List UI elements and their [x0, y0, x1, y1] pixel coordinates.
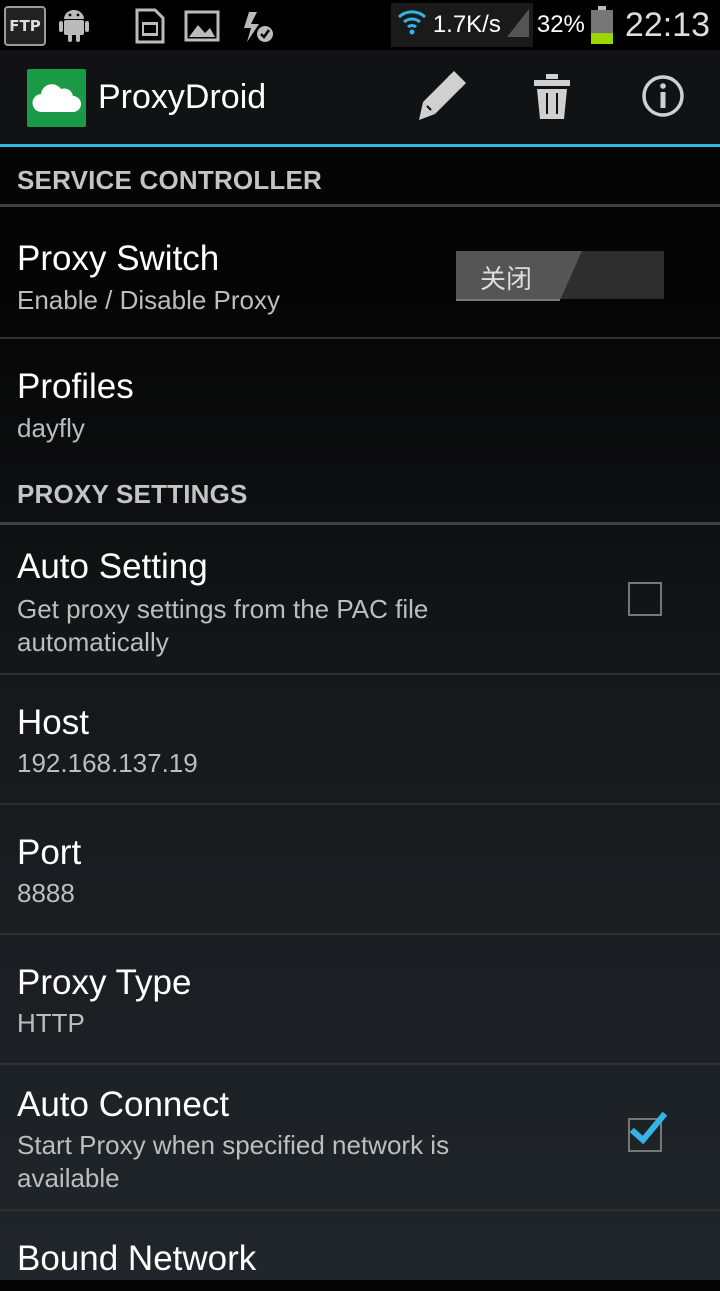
pencil-icon [415, 70, 467, 127]
proxy-type-item[interactable]: Proxy Type HTTP [0, 935, 720, 1065]
switch-state-label: 关闭 [480, 265, 533, 295]
auto-connect-checkbox[interactable] [628, 1112, 668, 1152]
sd-card-icon [132, 8, 168, 44]
wifi-icon [397, 8, 427, 43]
notification-icons: FTP [4, 6, 276, 46]
profiles-item[interactable]: Profiles dayfly [0, 339, 720, 469]
info-icon [641, 74, 685, 123]
battery-icon [590, 6, 613, 44]
section-label: SERVICE CONTROLLER [17, 165, 323, 195]
auto-setting-item[interactable]: Auto Setting Get proxy settings from the… [0, 525, 720, 675]
signal-icon [506, 7, 529, 44]
proxy-switch-item[interactable]: Proxy Switch Enable / Disable Proxy 关闭 [0, 207, 720, 339]
preference-list: SERVICE CONTROLLER Proxy Switch Enable /… [0, 147, 720, 1291]
pref-title: Proxy Switch [17, 239, 220, 278]
pref-title: Port [17, 833, 82, 872]
ftp-label: FTP [9, 17, 41, 35]
pref-summary: Start Proxy when specified network is av… [17, 1130, 450, 1193]
pref-title: Proxy Type [17, 963, 192, 1002]
image-icon [184, 8, 220, 44]
host-item[interactable]: Host 192.168.137.19 [0, 675, 720, 805]
proxy-toggle-switch[interactable]: 关闭 [456, 251, 664, 301]
section-service-controller: SERVICE CONTROLLER [0, 147, 720, 207]
switch-underline [456, 299, 560, 301]
pref-title: Auto Connect [17, 1085, 230, 1124]
app-title: ProxyDroid [98, 78, 267, 116]
port-item[interactable]: Port 8888 [0, 805, 720, 935]
clock: 22:13 [624, 5, 710, 44]
delete-button[interactable] [521, 67, 583, 129]
bound-network-item[interactable]: Bound Network [0, 1211, 720, 1291]
section-proxy-settings: PROXY SETTINGS [0, 467, 720, 525]
auto-connect-item[interactable]: Auto Connect Start Proxy when specified … [0, 1065, 720, 1211]
trash-icon [534, 72, 570, 125]
pref-summary: HTTP [17, 1008, 85, 1038]
network-speed: 1.7K/s [390, 3, 533, 47]
pref-summary: 8888 [17, 878, 75, 908]
ftp-icon: FTP [4, 6, 46, 46]
pref-summary: Get proxy settings from the PAC file aut… [17, 594, 429, 657]
pref-summary: dayfly [17, 413, 85, 443]
net-speed-text: 1.7K/s [432, 11, 501, 38]
pref-title: Profiles [17, 367, 134, 406]
auto-setting-checkbox[interactable] [628, 582, 662, 616]
edit-button[interactable] [410, 67, 472, 129]
action-bar: ProxyDroid [0, 50, 720, 147]
system-status: 1.7K/s 32% 22:13 [390, 0, 710, 50]
pref-title: Auto Setting [17, 547, 208, 586]
cloud-icon[interactable] [27, 69, 86, 127]
status-bar: FTP 1.7K/s 32% 22:13 [0, 0, 720, 50]
battery-percent: 32% [536, 11, 585, 38]
pref-summary: 192.168.137.19 [17, 748, 198, 778]
pref-title: Host [17, 703, 89, 742]
android-icon [56, 8, 92, 44]
section-label: PROXY SETTINGS [17, 479, 248, 509]
sync-ok-icon [240, 8, 276, 44]
about-button[interactable] [632, 67, 694, 129]
pref-title: Bound Network [17, 1239, 257, 1278]
